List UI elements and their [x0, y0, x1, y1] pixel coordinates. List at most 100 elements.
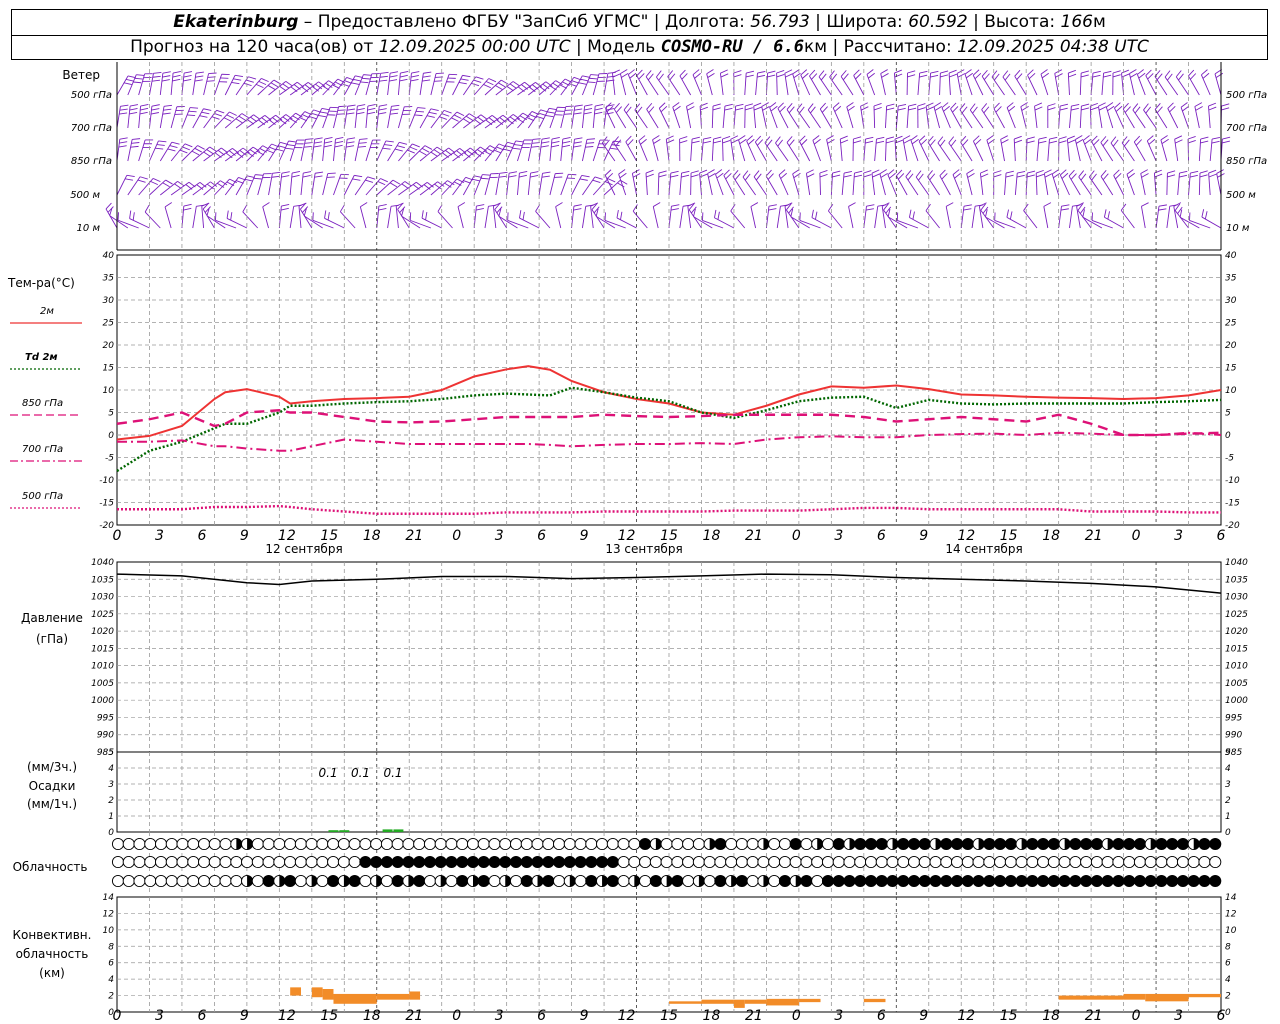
wind-barb-feather	[163, 104, 173, 107]
cloud-circle	[305, 855, 318, 869]
wind-barb-feather	[919, 70, 928, 74]
cloud-cover-symbol	[714, 855, 727, 869]
cloud-circle	[972, 874, 985, 888]
cloud-circle	[961, 855, 974, 869]
cloud-cover-symbol	[370, 837, 383, 851]
wind-barb-staff	[754, 141, 767, 162]
cloud-circle	[1101, 855, 1114, 869]
wind-barb-feather	[826, 135, 834, 140]
wind-barb-staff	[387, 73, 391, 96]
wind-barb-feather	[1121, 136, 1128, 144]
temp-tick-left: 35	[103, 274, 115, 284]
wind-barb-feather	[499, 117, 507, 123]
cloud-cover-symbol	[574, 855, 587, 869]
cloud-cover-symbol	[294, 837, 307, 851]
wind-barb	[437, 204, 453, 229]
wind-barb-staff	[138, 106, 142, 129]
wind-barb	[753, 170, 767, 196]
wind-barb-feather	[991, 70, 998, 78]
cloud-cover-symbol	[929, 855, 942, 869]
wind-barb-staff	[1120, 210, 1135, 229]
wind-barb-staff	[812, 140, 821, 162]
cloud-cover-symbol	[1112, 855, 1125, 869]
wind-barb-staff	[303, 215, 323, 229]
wind-barb-feather	[1070, 173, 1077, 180]
cloud-cover-symbol	[284, 855, 297, 869]
wind-barb	[117, 212, 139, 229]
x-tick-bottom: 12	[618, 1008, 636, 1024]
cloud-circle	[843, 874, 856, 888]
wind-barb-feather	[327, 212, 330, 221]
wind-barb-feather	[887, 169, 895, 176]
wind-barb-feather	[573, 204, 582, 207]
pressure-tick-left: 1020	[91, 627, 114, 637]
wind-barb	[359, 202, 368, 229]
cloud-circle	[1166, 874, 1179, 888]
wind-barb-staff	[775, 142, 789, 162]
x-tick-temp: 6	[877, 528, 886, 544]
precip-title: Осадки	[29, 779, 76, 793]
cloud-circle	[370, 837, 383, 851]
wind-barb-feather	[139, 111, 148, 115]
wind-barb-staff	[365, 73, 373, 96]
cloud-circle	[951, 874, 964, 888]
x-tick-temp: 3	[834, 528, 843, 544]
wind-barb-staff	[679, 206, 684, 229]
temp-tick-left: -15	[99, 499, 114, 509]
cloud-cover-symbol	[348, 855, 361, 869]
cloud-circle	[768, 855, 781, 869]
cloud-circle	[832, 855, 845, 869]
wind-barb	[257, 143, 280, 162]
wind-barb-feather	[551, 140, 560, 144]
wind-barb-feather	[723, 169, 730, 176]
wind-barb	[397, 70, 409, 96]
wind-barb-feather	[1047, 107, 1056, 111]
wind-barb-staff	[652, 206, 659, 229]
wind-barb-feather	[1140, 169, 1148, 174]
cloud-cover-symbol	[359, 874, 372, 888]
wind-barb	[549, 78, 573, 96]
wind-barb-feather	[907, 74, 916, 78]
x-tick-bottom: 3	[155, 1008, 164, 1024]
cloud-cover-symbol	[886, 837, 899, 851]
wind-barb-feather	[208, 72, 217, 75]
wind-barb	[339, 204, 356, 229]
wind-barb-feather	[917, 103, 926, 107]
legend-label-td2m: Td 2м	[25, 352, 58, 363]
wind-barb-feather	[793, 172, 801, 179]
wind-barb-feather	[670, 170, 679, 174]
wind-barb	[343, 104, 356, 129]
wind-barb-feather	[547, 111, 556, 114]
wind-barb-staff	[874, 139, 877, 162]
cloud-circle	[1176, 855, 1190, 869]
wind-barb-staff	[1126, 174, 1135, 196]
wind-barb-feather	[930, 74, 939, 78]
wind-barb-feather	[853, 140, 862, 144]
wind-barb-feather	[313, 145, 322, 148]
wind-barb-feather	[500, 79, 509, 85]
wind-barb-feather	[636, 106, 643, 114]
cloud-circle	[1004, 837, 1017, 851]
wind-barb	[213, 73, 230, 96]
wind-barb-feather	[120, 104, 129, 107]
wind-barb-feather	[541, 137, 550, 140]
wind-barb-feather	[360, 202, 368, 208]
wind-barb-feather	[508, 175, 517, 178]
wind-barb-feather	[1080, 173, 1087, 181]
wind-barb-feather	[981, 69, 988, 77]
cloud-circle	[348, 837, 361, 851]
wind-barb-feather	[562, 137, 571, 140]
cloud-cover-symbol	[208, 837, 221, 851]
wind-barb	[809, 69, 821, 96]
wind-barb-staff	[950, 108, 962, 129]
wind-barb-feather	[512, 81, 520, 87]
wind-barb	[618, 169, 627, 196]
wind-barb-feather	[468, 113, 477, 119]
x-tick-temp: 3	[495, 528, 504, 544]
wind-barb-feather	[367, 103, 376, 107]
wind-barb-staff	[1079, 106, 1082, 129]
cloud-circle	[413, 855, 426, 869]
wind-barb-staff	[636, 75, 648, 96]
wind-barb	[981, 69, 995, 96]
wind-barb-staff	[138, 139, 146, 162]
